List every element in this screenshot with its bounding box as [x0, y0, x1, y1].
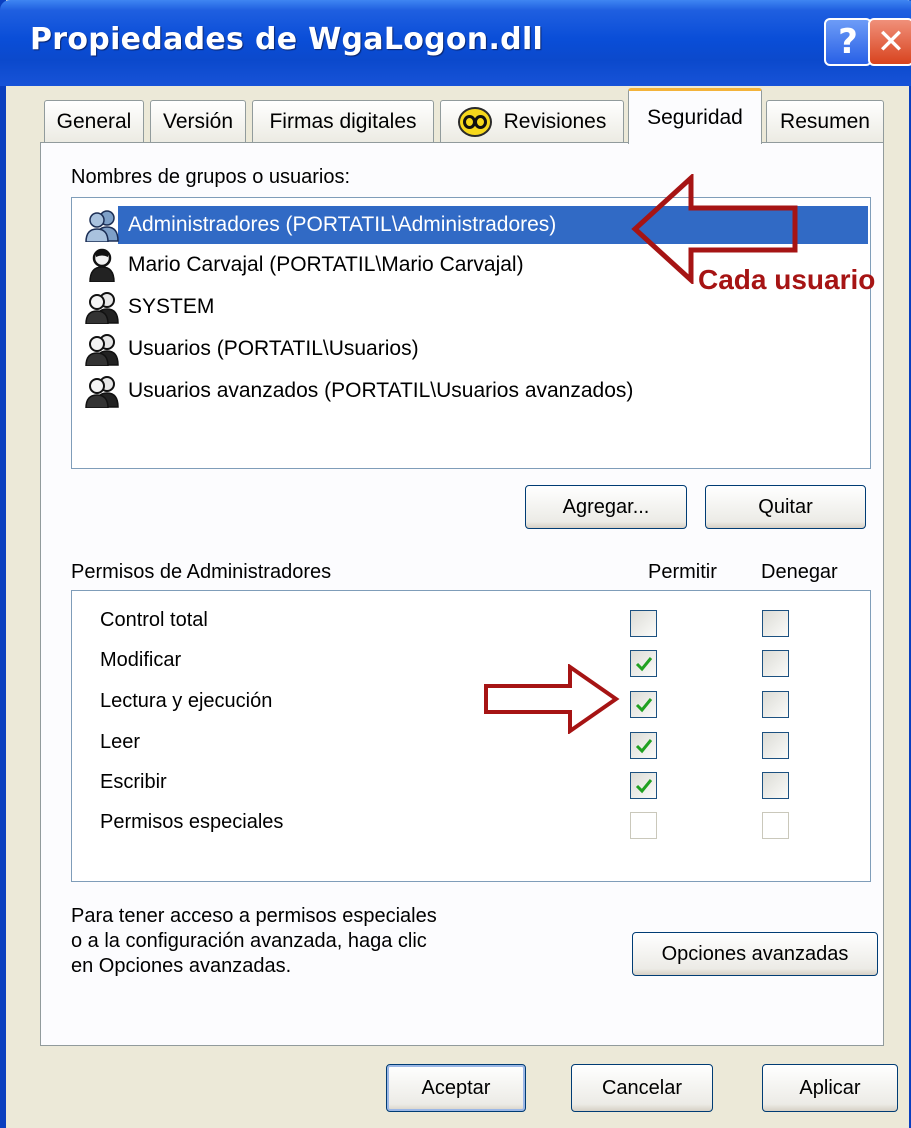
tab-version[interactable]: Versión [150, 100, 246, 142]
help-button[interactable]: ? [824, 18, 872, 66]
deny-checkbox-modificar[interactable] [762, 650, 789, 677]
allow-checkbox-permisos-especiales [630, 812, 657, 839]
users-group-icon [85, 210, 119, 242]
permission-name: Lectura y ejecución [100, 690, 273, 712]
advanced-note-line-1: Para tener acceso a permisos especiales [71, 905, 437, 927]
tab-label: Firmas digitales [269, 109, 417, 133]
deny-header: Denegar [761, 561, 838, 583]
annotation-arrow-right-icon [484, 664, 620, 734]
cancel-button[interactable]: Cancelar [571, 1064, 713, 1112]
apply-button[interactable]: Aplicar [762, 1064, 898, 1112]
deny-checkbox-control-total[interactable] [762, 610, 789, 637]
list-item-usuarios[interactable]: Usuarios (PORTATIL\Usuarios) [84, 330, 868, 368]
user-name: Mario Carvajal (PORTATIL\Mario Carvajal) [128, 253, 524, 276]
permission-name: Leer [100, 731, 141, 753]
close-button[interactable]: ✕ [868, 18, 911, 66]
tab-label: Seguridad [647, 105, 743, 129]
tab-digital-signatures[interactable]: Firmas digitales [252, 100, 434, 142]
tab-label: Revisiones [503, 109, 607, 133]
permissions-label: Permisos de Administradores [71, 561, 332, 583]
list-item-usuarios-avanzados[interactable]: Usuarios avanzados (PORTATIL\Usuarios av… [84, 372, 868, 410]
users-group-icon [85, 334, 119, 366]
users-group-icon [85, 376, 119, 408]
deny-checkbox-permisos-especiales [762, 812, 789, 839]
deny-checkbox-lectura-ejecucion[interactable] [762, 691, 789, 718]
tab-security[interactable]: Seguridad [628, 88, 762, 144]
tab-summary[interactable]: Resumen [766, 100, 884, 142]
allow-checkbox-modificar[interactable] [630, 650, 657, 677]
allow-header: Permitir [648, 561, 717, 583]
advanced-note-line-2: o a la configuración avanzada, haga clic [71, 930, 427, 952]
deny-checkbox-leer[interactable] [762, 732, 789, 759]
close-icon: ✕ [876, 22, 906, 62]
users-group-icon [85, 292, 119, 324]
permission-row-control-total: Control total [100, 605, 870, 641]
advanced-options-button[interactable]: Opciones avanzadas [632, 932, 878, 976]
window-title: Propiedades de WgaLogon.dll [30, 22, 544, 57]
apply-button-label: Aplicar [799, 1076, 861, 1099]
advanced-options-label: Opciones avanzadas [661, 942, 849, 965]
add-button[interactable]: Agregar... [525, 485, 687, 529]
user-name: SYSTEM [128, 295, 215, 318]
allow-checkbox-lectura-ejecucion[interactable] [630, 691, 657, 718]
checkmark-icon [635, 738, 652, 753]
permission-name: Control total [100, 609, 208, 631]
advanced-note-line-3: en Opciones avanzadas. [71, 955, 292, 977]
allow-checkbox-escribir[interactable] [630, 772, 657, 799]
tab-label: Resumen [780, 109, 870, 133]
annotation-text: Cada usuario [698, 264, 876, 295]
remove-button[interactable]: Quitar [705, 485, 866, 529]
allow-checkbox-control-total[interactable] [630, 610, 657, 637]
title-bar[interactable]: Propiedades de WgaLogon.dll ? ✕ [0, 0, 911, 86]
checkmark-icon [635, 697, 652, 712]
tab-label: Versión [162, 109, 234, 133]
checkmark-icon [635, 656, 652, 671]
properties-dialog: Propiedades de WgaLogon.dll ? ✕ General … [0, 0, 911, 1128]
checkmark-icon [635, 778, 652, 793]
allow-checkbox-leer[interactable] [630, 732, 657, 759]
user-icon [89, 248, 115, 282]
permissions-list[interactable]: Control total Modificar Lectura y ejecuc… [71, 590, 871, 882]
tab-label: General [56, 109, 132, 133]
user-name: Usuarios (PORTATIL\Usuarios) [128, 337, 419, 360]
permission-name: Permisos especiales [100, 811, 284, 833]
permission-name: Modificar [100, 649, 182, 671]
permission-row-permisos-especiales: Permisos especiales [100, 807, 870, 843]
groups-label: Nombres de grupos o usuarios: [71, 166, 351, 188]
ok-button[interactable]: Aceptar [386, 1064, 526, 1112]
deny-checkbox-escribir[interactable] [762, 772, 789, 799]
cancel-button-label: Cancelar [601, 1076, 683, 1099]
add-button-label: Agregar... [562, 495, 650, 518]
remove-button-label: Quitar [758, 495, 813, 518]
help-icon: ? [838, 22, 858, 62]
tab-revisions[interactable]: Revisiones [440, 100, 624, 142]
tab-general[interactable]: General [44, 100, 144, 142]
revisions-icon [457, 106, 492, 137]
user-name: Usuarios avanzados (PORTATIL\Usuarios av… [128, 379, 634, 402]
ok-button-label: Aceptar [421, 1076, 491, 1099]
user-name: Administradores (PORTATIL\Administradore… [128, 213, 557, 236]
permission-row-escribir: Escribir [100, 767, 870, 803]
permission-name: Escribir [100, 771, 167, 793]
